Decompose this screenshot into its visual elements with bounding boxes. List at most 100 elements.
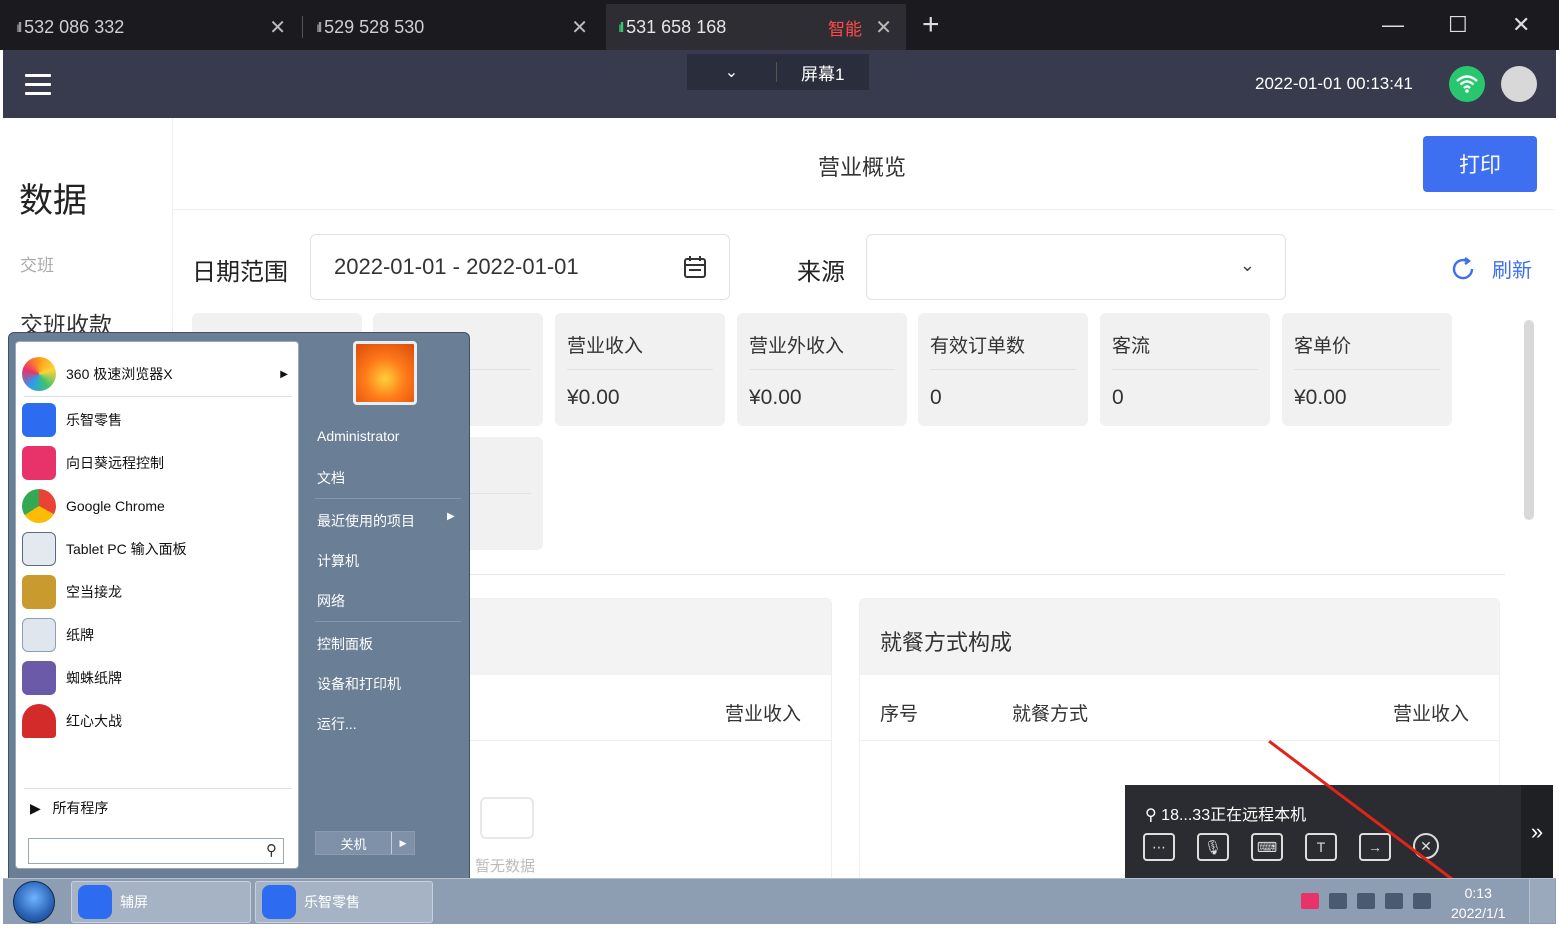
show-desktop-button[interactable] — [1529, 879, 1555, 923]
user-picture[interactable] — [353, 341, 417, 405]
tab-label: 531 658 168 — [626, 16, 727, 37]
menu-item-computer[interactable]: 计算机 — [317, 551, 359, 571]
signal-tray-icon[interactable] — [1413, 893, 1431, 909]
remote-status-text: 18...33正在远程本机 — [1161, 807, 1307, 824]
sunlogin-icon — [22, 446, 56, 480]
taskbar-clock[interactable]: 0:13 2022/1/1 — [1451, 883, 1506, 923]
refresh-button[interactable]: 刷新 — [1450, 254, 1532, 283]
start-menu: 360 极速浏览器X ▶ 乐智零售 向日葵远程控制 Google Chrome … — [8, 332, 470, 880]
chevron-down-icon: ⌄ — [1239, 255, 1255, 275]
stat-card-traffic: 客流 0 — [1100, 313, 1270, 426]
stat-key: 营业外收入 — [749, 336, 845, 357]
text-icon[interactable]: T — [1305, 833, 1337, 861]
menu-icon[interactable] — [25, 74, 51, 95]
sunlogin-tray-icon[interactable] — [1301, 893, 1319, 909]
stat-value: ¥0.00 — [567, 386, 620, 409]
chevron-down-icon[interactable]: ⌄ — [687, 62, 777, 82]
divider — [24, 396, 292, 397]
tab-2[interactable]: ıll 529 528 530 ✕ — [304, 4, 602, 50]
taskbar-item-label: 辅屏 — [120, 894, 148, 910]
program-label: Tablet PC 输入面板 — [66, 541, 187, 557]
program-chrome[interactable]: Google Chrome — [22, 486, 294, 526]
all-programs-label: 所有程序 — [52, 800, 109, 816]
shutdown-label[interactable]: 关机 — [316, 832, 392, 854]
stat-card-avg-price: 客单价 ¥0.00 — [1282, 313, 1452, 426]
shutdown-button[interactable]: 关机 ▶ — [315, 831, 415, 855]
tab-separator — [302, 16, 303, 38]
stat-key: 客流 — [1112, 336, 1151, 357]
minimize-button[interactable]: — — [1382, 12, 1404, 38]
menu-item-network[interactable]: 网络 — [317, 591, 345, 611]
program-spider-solitaire[interactable]: 蜘蛛纸牌 — [22, 658, 294, 698]
menu-item-control-panel[interactable]: 控制面板 — [317, 634, 373, 654]
menu-item-administrator[interactable]: Administrator — [317, 428, 399, 444]
menu-item-label: 最近使用的项目 — [317, 513, 415, 529]
screen-selector[interactable]: ⌄ 屏幕1 — [687, 54, 869, 90]
volume-icon[interactable] — [1385, 893, 1403, 909]
stat-card-orders: 有效订单数 0 — [918, 313, 1088, 426]
submenu-arrow-icon: ▶ — [280, 368, 288, 380]
stat-key: 客单价 — [1294, 336, 1352, 357]
close-tab-icon[interactable]: ✕ — [571, 15, 588, 40]
calendar-icon[interactable] — [683, 255, 707, 279]
stat-value: 0 — [1112, 386, 1124, 409]
program-freecell[interactable]: 空当接龙 — [22, 572, 294, 612]
column-header-index: 序号 — [880, 704, 919, 725]
window-close-button[interactable]: ✕ — [1512, 12, 1530, 38]
maximize-button[interactable]: ☐ — [1448, 12, 1468, 38]
stat-value: ¥0.00 — [749, 386, 802, 409]
start-button[interactable] — [13, 881, 55, 923]
scrollbar[interactable] — [1524, 320, 1534, 520]
close-tab-icon[interactable]: ✕ — [269, 15, 286, 40]
microphone-icon[interactable]: 🎙 — [1197, 833, 1229, 861]
program-sunlogin[interactable]: 向日葵远程控制 — [22, 443, 294, 483]
stat-key: 有效订单数 — [930, 336, 1026, 357]
program-hearts[interactable]: 红心大战 — [22, 701, 294, 741]
date-range-input[interactable]: 2022-01-01 - 2022-01-01 — [310, 234, 730, 300]
start-search-input[interactable]: ⚲ — [28, 838, 284, 864]
avatar[interactable] — [1501, 66, 1537, 102]
transfer-icon[interactable]: → — [1359, 833, 1391, 861]
program-label: 蜘蛛纸牌 — [66, 670, 122, 686]
menu-item-devices-printers[interactable]: 设备和打印机 — [317, 674, 401, 694]
pen-tray-icon[interactable] — [1329, 893, 1347, 909]
tab-label: 532 086 332 — [24, 16, 125, 37]
menu-item-run[interactable]: 运行... — [317, 714, 357, 734]
new-tab-button[interactable]: + — [922, 8, 940, 42]
solitaire-icon — [22, 618, 56, 652]
tab-1[interactable]: ıll 532 086 332 ✕ — [4, 4, 300, 50]
program-lezhi-retail[interactable]: 乐智零售 — [22, 400, 294, 440]
expand-icon[interactable]: » — [1521, 785, 1553, 878]
menu-item-documents[interactable]: 文档 — [317, 468, 345, 488]
program-label: 红心大战 — [66, 713, 122, 729]
menu-item-recent[interactable]: 最近使用的项目 ▶ — [317, 511, 455, 531]
sidebar-item-shift[interactable]: 交班 — [20, 251, 54, 276]
column-header-revenue: 营业收入 — [1392, 704, 1469, 725]
divider — [470, 574, 1505, 575]
source-label: 来源 — [797, 259, 845, 286]
divider — [315, 621, 461, 622]
source-select[interactable]: ⌄ — [866, 234, 1286, 300]
network-tray-icon[interactable] — [1357, 893, 1375, 909]
program-solitaire[interactable]: 纸牌 — [22, 615, 294, 655]
program-label: Google Chrome — [66, 498, 165, 514]
taskbar-item-label: 乐智零售 — [304, 894, 360, 910]
chat-icon[interactable]: ⋯ — [1143, 833, 1175, 861]
shutdown-options-icon[interactable]: ▶ — [392, 832, 414, 854]
close-tab-icon[interactable]: ✕ — [875, 15, 892, 40]
print-button[interactable]: 打印 — [1423, 136, 1537, 192]
all-programs[interactable]: ▶ 所有程序 — [30, 798, 108, 818]
taskbar-item-secondary-screen[interactable]: 辅屏 — [71, 881, 251, 923]
lezhi-app-icon — [78, 885, 112, 919]
start-menu-places: Administrator 文档 最近使用的项目 ▶ 计算机 网络 控制面板 设… — [309, 333, 469, 879]
search-icon[interactable]: ⚲ — [266, 841, 277, 859]
keyboard-icon[interactable]: ⌨ — [1251, 833, 1283, 861]
signal-icon: ıll — [618, 19, 624, 35]
taskbar-item-lezhi-retail[interactable]: 乐智零售 — [255, 881, 433, 923]
wifi-icon[interactable] — [1449, 66, 1485, 102]
column-header-method: 就餐方式 — [1012, 704, 1089, 725]
tab-3-active[interactable]: ıll 531 658 168 智能 ✕ — [606, 4, 906, 50]
program-label: 空当接龙 — [66, 584, 122, 600]
program-360-browser[interactable]: 360 极速浏览器X ▶ — [22, 354, 294, 394]
program-tablet-pc-input[interactable]: Tablet PC 输入面板 — [22, 529, 294, 569]
